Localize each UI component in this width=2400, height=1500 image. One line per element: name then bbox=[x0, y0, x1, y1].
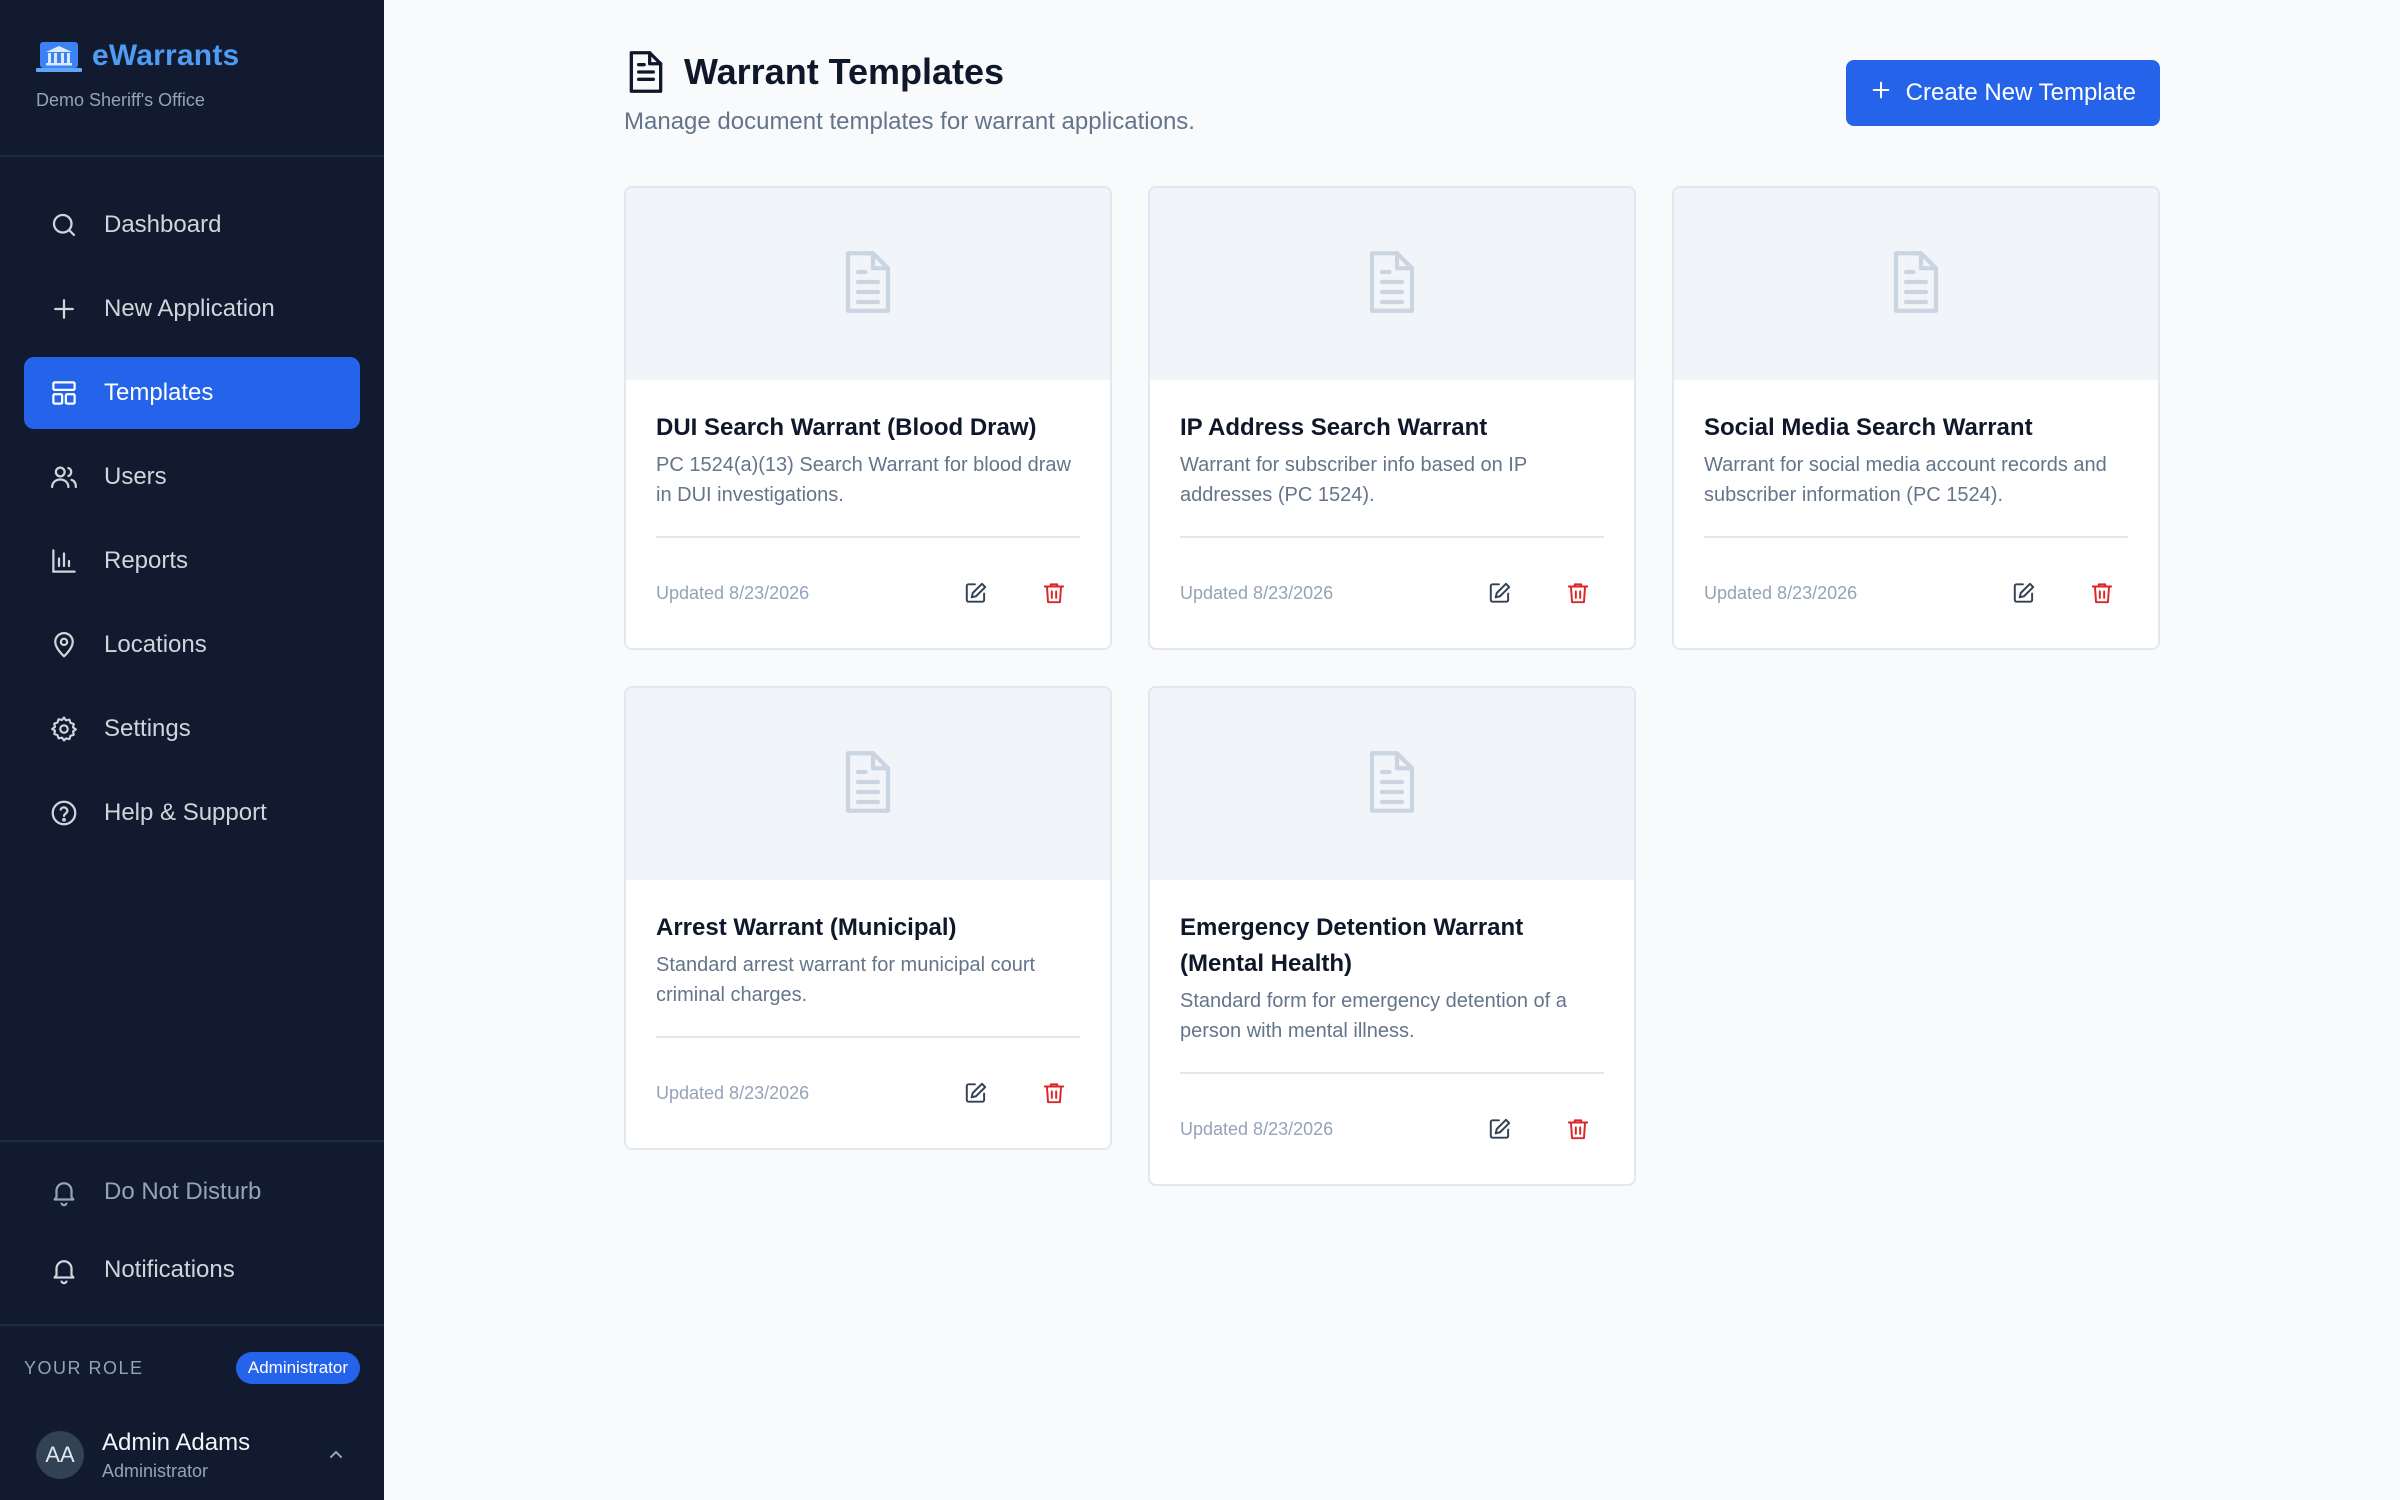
sidebar-item-label: Reports bbox=[104, 547, 189, 574]
gear-icon bbox=[48, 713, 80, 745]
template-preview bbox=[1150, 688, 1634, 880]
courthouse-logo-icon bbox=[36, 38, 82, 74]
sidebar-item-label: Templates bbox=[104, 379, 214, 406]
template-preview bbox=[1150, 188, 1634, 380]
trash-icon[interactable] bbox=[1564, 1115, 1592, 1143]
template-description: Warrant for subscriber info based on IP … bbox=[1180, 454, 1527, 506]
search-icon bbox=[48, 209, 80, 241]
plus-icon bbox=[1870, 79, 1892, 108]
layout-icon bbox=[48, 377, 80, 409]
template-preview bbox=[626, 188, 1110, 380]
main-content: Warrant Templates Manage document templa… bbox=[384, 0, 2400, 1500]
role-row: YOUR ROLE Administrator bbox=[0, 1326, 384, 1410]
template-card[interactable]: Emergency Detention Warrant (Mental Heal… bbox=[1148, 686, 1636, 1186]
user-name: Admin Adams bbox=[102, 1428, 251, 1456]
template-card[interactable]: IP Address Search Warrant Warrant for su… bbox=[1148, 186, 1636, 650]
role-label: YOUR ROLE bbox=[24, 1357, 144, 1378]
trash-icon[interactable] bbox=[1040, 1079, 1068, 1107]
template-title: IP Address Search Warrant bbox=[1180, 414, 1488, 441]
template-updated: Updated 8/23/2026 bbox=[1704, 582, 1858, 603]
trash-icon[interactable] bbox=[1564, 579, 1592, 607]
document-icon bbox=[838, 247, 898, 322]
template-card[interactable]: DUI Search Warrant (Blood Draw) PC 1524(… bbox=[624, 186, 1112, 650]
template-description: Warrant for social media account records… bbox=[1704, 454, 2107, 506]
edit-icon[interactable] bbox=[962, 1079, 990, 1107]
sidebar: eWarrants Demo Sheriff's Office Dashboar… bbox=[0, 0, 384, 1500]
template-updated: Updated 8/23/2026 bbox=[656, 1082, 810, 1103]
main-nav: Dashboard New Application Templates User… bbox=[0, 157, 384, 849]
chevron-up-icon[interactable] bbox=[324, 1443, 348, 1467]
app-name: eWarrants bbox=[92, 39, 240, 72]
sidebar-item-label: Dashboard bbox=[104, 211, 222, 238]
notifications-label: Notifications bbox=[104, 1256, 235, 1283]
sidebar-item-label: Locations bbox=[104, 631, 207, 658]
template-title: Social Media Search Warrant bbox=[1704, 414, 2033, 441]
template-updated: Updated 8/23/2026 bbox=[1180, 1118, 1334, 1139]
bell-icon bbox=[48, 1176, 80, 1208]
document-icon bbox=[838, 747, 898, 822]
template-title: DUI Search Warrant (Blood Draw) bbox=[656, 414, 1037, 441]
avatar: AA bbox=[36, 1431, 84, 1479]
sidebar-item-new-application[interactable]: New Application bbox=[24, 273, 360, 345]
template-description: Standard arrest warrant for municipal co… bbox=[656, 954, 1036, 1006]
template-grid: DUI Search Warrant (Blood Draw) PC 1524(… bbox=[624, 186, 2160, 1186]
template-card[interactable]: Arrest Warrant (Municipal) Standard arre… bbox=[624, 686, 1112, 1150]
brand-block: eWarrants Demo Sheriff's Office bbox=[0, 0, 384, 157]
sidebar-item-label: Help & Support bbox=[104, 799, 267, 826]
sidebar-item-settings[interactable]: Settings bbox=[24, 693, 360, 765]
document-icon bbox=[1362, 747, 1422, 822]
edit-icon[interactable] bbox=[962, 579, 990, 607]
sidebar-item-label: Users bbox=[104, 463, 167, 490]
document-icon bbox=[624, 48, 668, 96]
sidebar-item-notifications[interactable]: Notifications bbox=[24, 1234, 360, 1306]
edit-icon[interactable] bbox=[1486, 1115, 1514, 1143]
user-menu[interactable]: AA Admin Adams Administrator bbox=[0, 1410, 384, 1500]
template-title: Arrest Warrant (Municipal) bbox=[656, 914, 957, 941]
sidebar-item-label: Settings bbox=[104, 715, 191, 742]
document-icon bbox=[1886, 247, 1946, 322]
do-not-disturb-toggle[interactable]: Do Not Disturb bbox=[24, 1156, 360, 1228]
template-updated: Updated 8/23/2026 bbox=[1180, 582, 1334, 603]
bell-icon bbox=[48, 1254, 80, 1286]
sidebar-item-templates[interactable]: Templates bbox=[24, 357, 360, 429]
template-description: PC 1524(a)(13) Search Warrant for blood … bbox=[656, 454, 1071, 506]
template-card[interactable]: Social Media Search Warrant Warrant for … bbox=[1672, 186, 2160, 650]
users-icon bbox=[48, 461, 80, 493]
template-preview bbox=[626, 688, 1110, 880]
page-header: Warrant Templates Manage document templa… bbox=[624, 48, 2160, 136]
organization-name: Demo Sheriff's Office bbox=[36, 90, 205, 110]
map-pin-icon bbox=[48, 629, 80, 661]
user-role: Administrator bbox=[102, 1460, 209, 1481]
edit-icon[interactable] bbox=[2010, 579, 2038, 607]
template-title: Emergency Detention Warrant (Mental Heal… bbox=[1180, 914, 1524, 977]
template-updated: Updated 8/23/2026 bbox=[656, 582, 810, 603]
edit-icon[interactable] bbox=[1486, 579, 1514, 607]
sidebar-item-reports[interactable]: Reports bbox=[24, 525, 360, 597]
trash-icon[interactable] bbox=[1040, 579, 1068, 607]
page-title: Warrant Templates bbox=[684, 51, 1005, 92]
template-description: Standard form for emergency detention of… bbox=[1180, 990, 1567, 1042]
sidebar-item-label: New Application bbox=[104, 295, 275, 322]
do-not-disturb-label: Do Not Disturb bbox=[104, 1178, 262, 1205]
create-template-label: Create New Template bbox=[1905, 79, 2136, 106]
template-preview bbox=[1674, 188, 2158, 380]
sidebar-item-locations[interactable]: Locations bbox=[24, 609, 360, 681]
help-circle-icon bbox=[48, 797, 80, 829]
plus-icon bbox=[48, 293, 80, 325]
bar-chart-icon bbox=[48, 545, 80, 577]
sidebar-item-dashboard[interactable]: Dashboard bbox=[24, 189, 360, 261]
document-icon bbox=[1362, 247, 1422, 322]
trash-icon[interactable] bbox=[2088, 579, 2116, 607]
sidebar-item-users[interactable]: Users bbox=[24, 441, 360, 513]
sidebar-item-help-support[interactable]: Help & Support bbox=[24, 777, 360, 849]
create-template-button[interactable]: Create New Template bbox=[1845, 60, 2160, 126]
sidebar-footer: Do Not Disturb Notifications YOUR ROLE A… bbox=[0, 1140, 384, 1500]
role-badge: Administrator bbox=[235, 1352, 360, 1384]
